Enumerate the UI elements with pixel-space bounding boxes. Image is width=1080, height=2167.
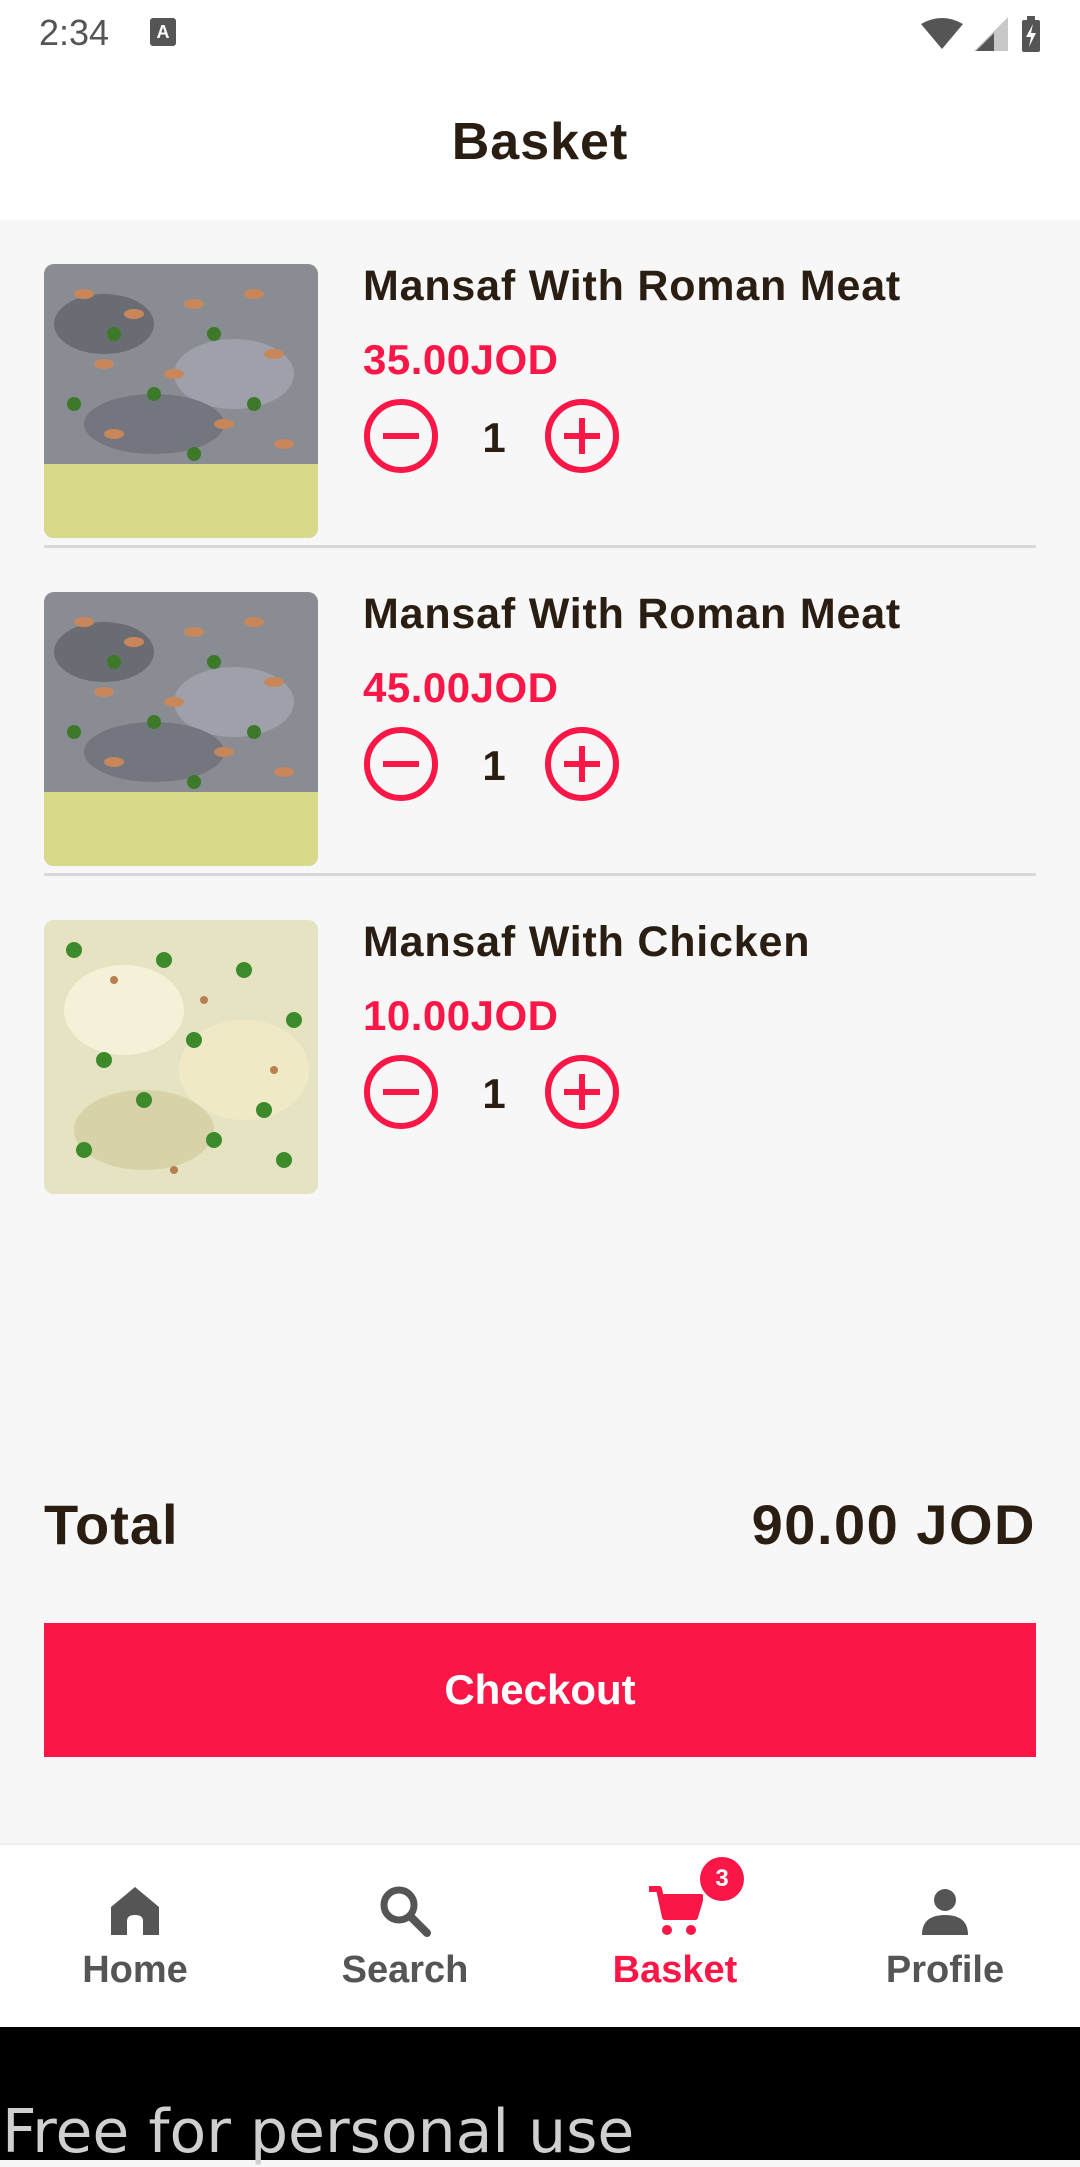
decrease-quantity-button[interactable]	[363, 726, 439, 802]
nav-label: Search	[341, 1949, 469, 1991]
item-name: Mansaf With Chicken	[363, 918, 811, 966]
status-icons	[920, 14, 1042, 54]
increase-quantity-button[interactable]	[544, 1054, 620, 1130]
item-name: Mansaf With Roman Meat	[363, 590, 902, 638]
signal-icon	[974, 17, 1008, 51]
watermark-bar: Free for personal use	[0, 2027, 1080, 2167]
food-image	[44, 592, 318, 866]
nav-item-basket[interactable]: 3 Basket	[540, 1845, 810, 2027]
quantity-value: 1	[482, 742, 506, 789]
total-value: 90.00 JOD	[751, 1493, 1036, 1556]
basket-item: Mansaf With Chicken 10.00JOD 1	[44, 876, 1036, 1204]
cart-icon	[649, 1886, 703, 1935]
item-price: 10.00JOD	[363, 992, 559, 1039]
food-image	[44, 920, 318, 1194]
nav-label: Basket	[612, 1949, 738, 1991]
decrease-quantity-button[interactable]	[363, 398, 439, 474]
food-image	[44, 264, 318, 538]
quantity-value: 1	[482, 1070, 506, 1117]
item-price: 45.00JOD	[363, 664, 559, 711]
bottom-nav: Home Search 3 Basket Profile	[0, 1845, 1080, 2027]
decrease-quantity-button[interactable]	[363, 1054, 439, 1130]
basket-item: Mansaf With Roman Meat 35.00JOD 1	[44, 220, 1036, 548]
watermark-text: Free for personal use	[2, 2097, 635, 2167]
nav-item-profile[interactable]: Profile	[810, 1845, 1080, 2027]
status-time: 2:34	[39, 12, 110, 53]
page-title: Basket	[451, 113, 629, 171]
wifi-icon	[921, 18, 963, 49]
notification-icon: A	[150, 18, 176, 46]
item-price: 35.00JOD	[363, 336, 559, 383]
home-icon	[111, 1887, 159, 1935]
nav-label: Profile	[885, 1949, 1005, 1991]
item-name: Mansaf With Roman Meat	[363, 262, 902, 310]
checkout-button[interactable]: Checkout	[44, 1623, 1036, 1757]
quantity-value: 1	[482, 414, 506, 461]
increase-quantity-button[interactable]	[544, 726, 620, 802]
total-label: Total	[44, 1493, 179, 1556]
app-header: Basket	[0, 68, 1080, 220]
search-icon	[380, 1886, 431, 1937]
basket-item: Mansaf With Roman Meat 45.00JOD 1	[44, 548, 1036, 876]
nav-item-home[interactable]: Home	[0, 1845, 270, 2027]
increase-quantity-button[interactable]	[544, 398, 620, 474]
cart-count-badge: 3	[700, 1857, 744, 1901]
nav-item-search[interactable]: Search	[270, 1845, 540, 2027]
profile-icon	[922, 1889, 968, 1935]
nav-label: Home	[82, 1949, 188, 1991]
battery-icon	[1022, 16, 1040, 52]
status-bar: 2:34 A	[0, 0, 1080, 68]
